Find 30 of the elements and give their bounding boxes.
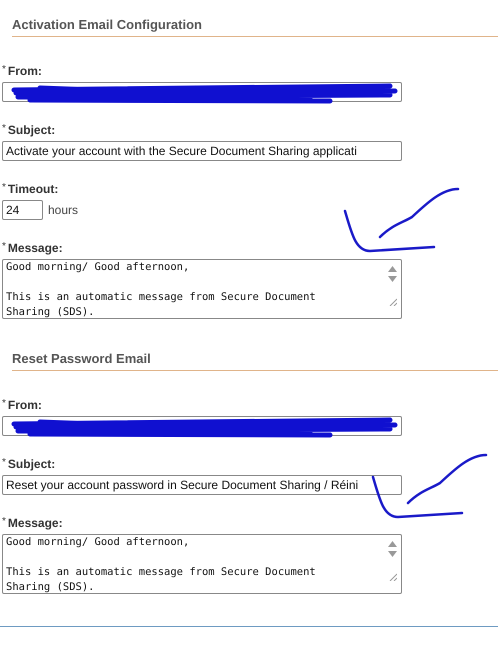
label-text: Subject: (8, 457, 56, 471)
scroll-down-icon[interactable] (388, 551, 397, 557)
message-field[interactable]: Good morning/ Good afternoon, This is an automatic message from Secure Document Sharing (SDS). (2, 259, 402, 319)
label-text: From: (8, 398, 42, 412)
required-marker: * (2, 123, 6, 134)
unit-label: hours (48, 203, 78, 217)
scroll-down-icon[interactable] (388, 276, 397, 282)
required-marker: * (2, 398, 6, 409)
required-marker: * (2, 64, 6, 75)
scroll-up-icon[interactable] (388, 266, 397, 272)
message-text: Good morning/ Good afternoon, This is an automatic message from Secure Document Sharing (SDS). (5, 260, 317, 318)
section-title: Activation Email Configuration (12, 17, 202, 32)
resize-grip-icon[interactable] (388, 573, 396, 581)
label-text: Message: (8, 241, 63, 255)
label-text: Timeout: (8, 182, 58, 196)
text-field[interactable]: Reset your account password in Secure Document Sharing / Réini (2, 475, 402, 495)
text-field[interactable]: Activate your account with the Secure Document Sharing applicati (2, 141, 402, 161)
scroll-up-icon[interactable] (388, 541, 397, 547)
message-text: Good morning/ Good afternoon, This is an automatic message from Secure Document Sharing (SDS). (5, 535, 317, 593)
timeout-field[interactable]: 24 (2, 200, 43, 220)
required-marker: * (2, 457, 6, 468)
resize-grip-icon[interactable] (388, 298, 396, 306)
required-marker: * (2, 241, 6, 252)
label-text: Message: (8, 516, 63, 530)
label-text: From: (8, 64, 42, 78)
message-field[interactable]: Good morning/ Good afternoon, This is an automatic message from Secure Document Sharing (SDS). (2, 534, 402, 594)
required-marker: * (2, 516, 6, 527)
required-marker: * (2, 182, 6, 193)
label-text: Subject: (8, 123, 56, 137)
section-title: Reset Password Email (12, 351, 151, 366)
